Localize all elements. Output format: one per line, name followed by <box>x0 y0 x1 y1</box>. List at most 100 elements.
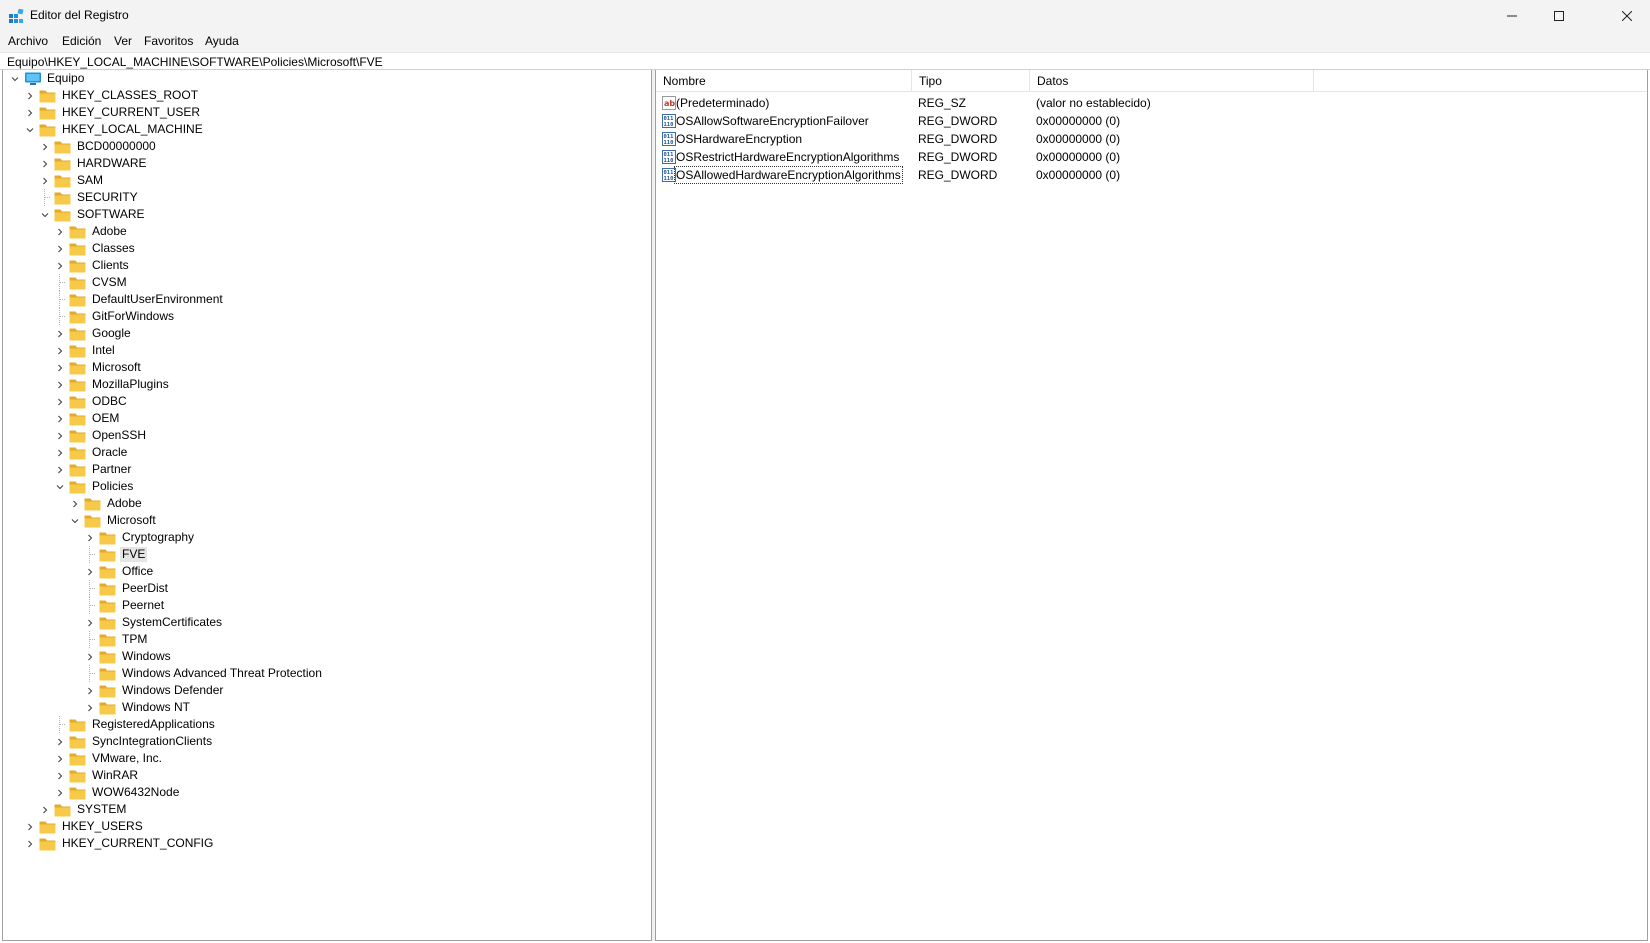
tree-node[interactable]: HKEY_CURRENT_CONFIG <box>24 835 215 852</box>
tree-node[interactable]: Adobe <box>54 223 129 240</box>
tree-node-label[interactable]: CVSM <box>90 275 129 290</box>
tree-node[interactable]: HKEY_CLASSES_ROOT <box>24 87 200 104</box>
tree-node[interactable]: MozillaPlugins <box>54 376 171 393</box>
tree-node[interactable]: Clients <box>54 257 131 274</box>
tree-node-label[interactable]: TPM <box>120 632 149 647</box>
chevron-right-icon[interactable] <box>54 444 66 461</box>
chevron-right-icon[interactable] <box>54 223 66 240</box>
tree-node[interactable]: SyncIntegrationClients <box>54 733 214 750</box>
tree-node-label[interactable]: Windows Defender <box>120 683 225 698</box>
tree-node-label[interactable]: PeerDist <box>120 581 170 596</box>
chevron-right-icon[interactable] <box>54 376 66 393</box>
chevron-right-icon[interactable] <box>54 410 66 427</box>
tree-node-label[interactable]: WOW6432Node <box>90 785 181 800</box>
chevron-right-icon[interactable] <box>54 393 66 410</box>
tree-node[interactable]: HARDWARE <box>39 155 149 172</box>
tree-node-label[interactable]: Peernet <box>120 598 166 613</box>
list-item[interactable]: 011 110 OSAllowedHardwareEncryptionAlgorit… <box>656 166 1647 184</box>
chevron-right-icon[interactable] <box>54 240 66 257</box>
chevron-right-icon[interactable] <box>54 342 66 359</box>
maximize-button[interactable] <box>1536 0 1582 32</box>
tree-node-label[interactable]: RegisteredApplications <box>90 717 217 732</box>
tree-node-label[interactable]: Windows <box>120 649 173 664</box>
tree-node-label[interactable]: SAM <box>75 173 105 188</box>
tree-node[interactable]: SYSTEM <box>39 801 128 818</box>
chevron-right-icon[interactable] <box>39 138 51 155</box>
tree-node-label[interactable]: WinRAR <box>90 768 140 783</box>
tree-node[interactable]: Oracle <box>54 444 129 461</box>
tree-node-label[interactable]: HKEY_USERS <box>60 819 145 834</box>
tree-node[interactable]: PeerDist <box>84 580 170 597</box>
chevron-right-icon[interactable] <box>39 801 51 818</box>
chevron-right-icon[interactable] <box>84 563 96 580</box>
tree-node[interactable]: DefaultUserEnvironment <box>54 291 225 308</box>
tree-node[interactable]: SystemCertificates <box>84 614 224 631</box>
column-header-name[interactable]: Nombre <box>656 70 912 92</box>
chevron-right-icon[interactable] <box>54 461 66 478</box>
column-header-data[interactable]: Datos <box>1030 70 1314 92</box>
chevron-right-icon[interactable] <box>54 767 66 784</box>
tree-node[interactable]: Windows Advanced Threat Protection <box>84 665 324 682</box>
list-item[interactable]: 011 110 OSAllowSoftwareEncryptionFailover R… <box>656 112 1647 130</box>
list-item[interactable]: 011 110 OSHardwareEncryption REG_DWORD 0x000… <box>656 130 1647 148</box>
column-header-type[interactable]: Tipo <box>912 70 1030 92</box>
tree-node[interactable]: Microsoft <box>69 512 158 529</box>
tree-node-label[interactable]: DefaultUserEnvironment <box>90 292 225 307</box>
tree-node-label[interactable]: HARDWARE <box>75 156 149 171</box>
tree-node-label[interactable]: HKEY_CURRENT_USER <box>60 105 202 120</box>
key-tree-pane[interactable]: Equipo HKEY_CLASSES_ROOT HKEY_CURRENT_USER… <box>2 70 652 941</box>
tree-node[interactable]: HKEY_CURRENT_USER <box>24 104 202 121</box>
menu-favoritos[interactable]: Favoritos <box>144 34 193 48</box>
tree-node-label[interactable]: Cryptography <box>120 530 196 545</box>
tree-node[interactable]: CVSM <box>54 274 129 291</box>
tree-node-label[interactable]: OEM <box>90 411 121 426</box>
tree-node[interactable]: VMware, Inc. <box>54 750 164 767</box>
chevron-right-icon[interactable] <box>54 750 66 767</box>
tree-node-label[interactable]: Clients <box>90 258 131 273</box>
tree-node-label[interactable]: Adobe <box>105 496 144 511</box>
tree-node-label[interactable]: Microsoft <box>90 360 143 375</box>
chevron-right-icon[interactable] <box>54 733 66 750</box>
tree-node-label[interactable]: FVE <box>120 547 148 562</box>
tree-node-label[interactable]: Oracle <box>90 445 129 460</box>
tree-node[interactable]: WOW6432Node <box>54 784 181 801</box>
tree-node-label[interactable]: Adobe <box>90 224 129 239</box>
chevron-right-icon[interactable] <box>54 325 66 342</box>
tree-node[interactable]: WinRAR <box>54 767 140 784</box>
chevron-right-icon[interactable] <box>24 818 36 835</box>
chevron-right-icon[interactable] <box>24 104 36 121</box>
tree-node[interactable]: Windows <box>84 648 173 665</box>
address-bar[interactable]: Equipo\HKEY_LOCAL_MACHINE\SOFTWARE\Polic… <box>0 52 1650 70</box>
chevron-right-icon[interactable] <box>54 784 66 801</box>
tree-node-label[interactable]: Intel <box>90 343 117 358</box>
tree-node-label[interactable]: Policies <box>90 479 135 494</box>
chevron-right-icon[interactable] <box>24 87 36 104</box>
menu-ver[interactable]: Ver <box>114 34 132 48</box>
chevron-right-icon[interactable] <box>54 359 66 376</box>
close-button[interactable] <box>1604 0 1650 32</box>
chevron-right-icon[interactable] <box>84 682 96 699</box>
chevron-down-icon[interactable] <box>9 70 21 87</box>
tree-node-label[interactable]: GitForWindows <box>90 309 176 324</box>
values-list-pane[interactable]: Nombre Tipo Datos ab (Predeterminado) REG_… <box>655 70 1648 941</box>
chevron-right-icon[interactable] <box>39 155 51 172</box>
chevron-right-icon[interactable] <box>69 495 81 512</box>
tree-node[interactable]: ODBC <box>54 393 129 410</box>
tree-node[interactable]: Windows Defender <box>84 682 225 699</box>
address-path[interactable]: Equipo\HKEY_LOCAL_MACHINE\SOFTWARE\Polic… <box>7 55 383 69</box>
chevron-down-icon[interactable] <box>24 121 36 138</box>
chevron-right-icon[interactable] <box>84 648 96 665</box>
list-item[interactable]: ab (Predeterminado) REG_SZ (valor no establ… <box>656 94 1647 112</box>
tree-node[interactable]: Equipo <box>9 70 86 87</box>
tree-node-label[interactable]: Classes <box>90 241 137 256</box>
tree-node-label[interactable]: HKEY_CLASSES_ROOT <box>60 88 200 103</box>
chevron-right-icon[interactable] <box>24 835 36 852</box>
tree-node[interactable]: HKEY_USERS <box>24 818 145 835</box>
tree-node[interactable]: SAM <box>39 172 105 189</box>
tree-node-label[interactable]: MozillaPlugins <box>90 377 171 392</box>
chevron-right-icon[interactable] <box>54 427 66 444</box>
tree-node-label[interactable]: SOFTWARE <box>75 207 147 222</box>
tree-node-label[interactable]: ODBC <box>90 394 129 409</box>
tree-node[interactable]: Policies <box>54 478 135 495</box>
tree-node[interactable]: Partner <box>54 461 133 478</box>
